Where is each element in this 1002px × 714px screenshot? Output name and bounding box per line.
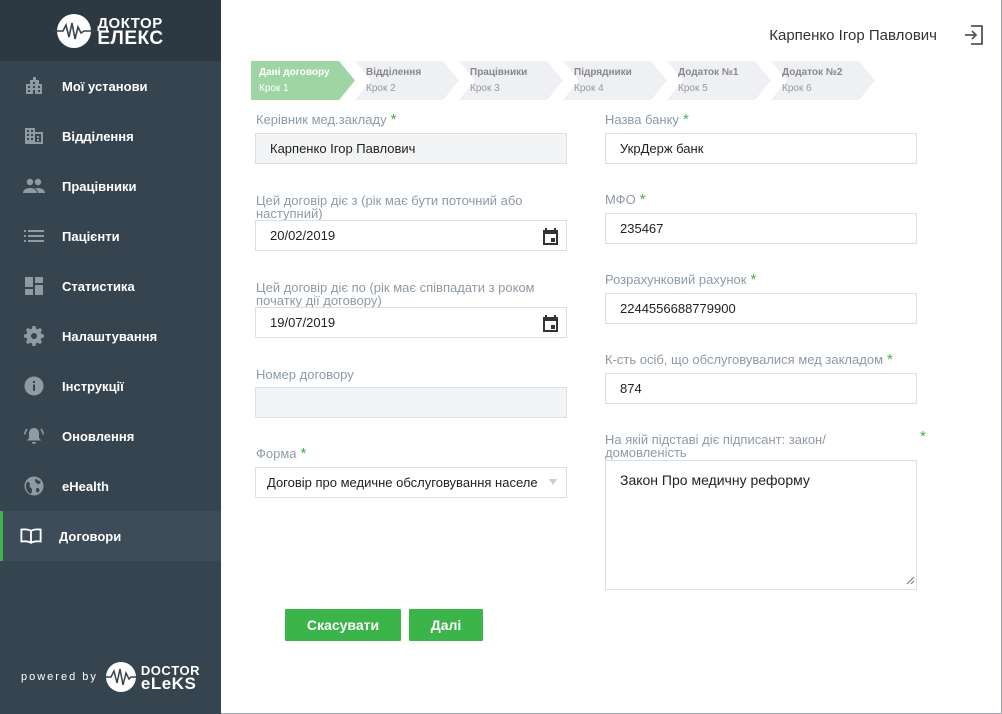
step-subtitle: Крок 2: [366, 83, 396, 94]
calendar-icon[interactable]: [542, 315, 559, 335]
book-icon: [20, 525, 42, 547]
logout-icon[interactable]: [963, 24, 985, 46]
step-title: Відділення: [366, 67, 422, 78]
sidebar-item-contracts[interactable]: Договори: [0, 511, 221, 561]
dropdown-arrow-icon: [549, 479, 557, 485]
date-from-label: Цей договір діє з (рік має бути поточний…: [256, 193, 523, 221]
sidebar-item-label: Статистика: [62, 278, 135, 294]
info-icon: [23, 375, 45, 397]
account-label: Розрахунковий рахунок *: [605, 271, 757, 288]
next-button[interactable]: Далі: [409, 609, 483, 641]
basis-label: На якій підставі діє підписант: закон/до…: [605, 432, 826, 460]
form-type-select[interactable]: Договір про медичне обслуговування насел…: [255, 467, 567, 498]
form-type-label: Форма *: [256, 445, 307, 462]
step-subtitle: Крок 4: [574, 83, 604, 94]
sidebar-item-label: Працівники: [62, 178, 137, 194]
contract-number-field[interactable]: [255, 387, 567, 418]
sidebar-item-updates[interactable]: Оновлення: [0, 411, 221, 461]
sidebar-item-label: eHealth: [62, 478, 109, 494]
powered-by-text: powered by: [21, 671, 98, 683]
step-2[interactable]: Відділення Крок 2: [355, 61, 459, 100]
required-mark: *: [750, 271, 757, 288]
step-title: Працівники: [470, 67, 528, 78]
sidebar-item-label: Оновлення: [62, 428, 135, 444]
mfo-label: МФО *: [605, 191, 646, 208]
sidebar-item-instructions[interactable]: Інструкції: [0, 361, 221, 411]
account-field[interactable]: 2244556688779900: [605, 293, 917, 324]
sidebar-item-label: Пацієнти: [62, 228, 120, 244]
sidebar-item-ehealth[interactable]: eHealth: [0, 461, 221, 511]
head-label: Керівник мед.закладу *: [256, 111, 397, 128]
powered-by-footer: powered by DOCTOR eLeKS: [0, 662, 221, 692]
basis-textarea[interactable]: Закон Про медичну реформу: [605, 460, 917, 590]
step-subtitle: Крок 3: [470, 83, 500, 94]
user-name[interactable]: Карпенко Ігор Павлович: [769, 27, 937, 44]
date-from-field[interactable]: 20/02/2019: [255, 220, 567, 251]
doctor-eleks-logo: ДОКТОР ЕЛЕКС: [53, 13, 164, 49]
step-subtitle: Крок 5: [678, 83, 708, 94]
persons-label: К-сть осіб, що обслуговувалися мед закла…: [605, 351, 893, 368]
sidebar-item-label: Договори: [59, 528, 122, 544]
step-6[interactable]: Додаток №2 Крок 6: [771, 61, 875, 100]
required-mark: *: [682, 111, 689, 128]
required-mark: *: [390, 111, 397, 128]
sidebar-item-my-institutions[interactable]: Мої установи: [0, 61, 221, 111]
step-1[interactable]: Дані договору Крок 1: [251, 61, 355, 100]
step-subtitle: Крок 1: [259, 83, 289, 94]
mfo-field[interactable]: 235467: [605, 213, 917, 244]
number-label: Номер договору: [256, 367, 354, 382]
people-icon: [23, 175, 45, 197]
building-icon: [23, 75, 45, 97]
resize-grip-icon[interactable]: [906, 572, 915, 588]
globe-icon: [23, 475, 45, 497]
calendar-icon[interactable]: [542, 228, 559, 248]
logo-area[interactable]: ДОКТОР ЕЛЕКС: [0, 0, 221, 61]
step-title: Дані договору: [259, 67, 330, 78]
sidebar-item-statistics[interactable]: Статистика: [0, 261, 221, 311]
sidebar-item-settings[interactable]: Налаштування: [0, 311, 221, 361]
office-icon: [23, 125, 45, 147]
list-icon: [23, 225, 45, 247]
sidebar-item-label: Налаштування: [62, 328, 158, 344]
required-mark: *: [920, 428, 926, 445]
required-mark: *: [887, 351, 893, 368]
step-4[interactable]: Підрядники Крок 4: [563, 61, 667, 100]
sidebar-item-label: Мої установи: [62, 78, 148, 94]
sidebar: ДОКТОР ЕЛЕКС Мої установи Відділення Пра…: [0, 0, 221, 714]
required-mark: *: [300, 445, 307, 462]
bank-name-field[interactable]: УкрДерж банк: [605, 133, 917, 164]
top-header: Карпенко Ігор Павлович: [221, 0, 1001, 61]
required-mark: *: [639, 191, 646, 208]
step-title: Додаток №1: [678, 67, 739, 78]
cancel-button[interactable]: Скасувати: [285, 609, 401, 641]
date-to-label: Цей договір діє по (рік має співпадати з…: [256, 280, 535, 308]
gear-icon: [23, 325, 45, 347]
bell-icon: [23, 425, 45, 447]
logo-pulse-icon: [53, 13, 98, 48]
persons-count-field[interactable]: 874: [605, 373, 917, 404]
sidebar-item-departments[interactable]: Відділення: [0, 111, 221, 161]
sidebar-item-workers[interactable]: Працівники: [0, 161, 221, 211]
date-to-field[interactable]: 19/07/2019: [255, 307, 567, 338]
head-field[interactable]: Карпенко Ігор Павлович: [255, 133, 567, 164]
step-5[interactable]: Додаток №1 Крок 5: [667, 61, 771, 100]
step-title: Підрядники: [574, 67, 632, 78]
sidebar-item-label: Інструкції: [62, 378, 124, 394]
sidebar-nav: Мої установи Відділення Працівники Паціє…: [0, 61, 221, 561]
step-subtitle: Крок 6: [782, 83, 812, 94]
dashboard-icon: [23, 275, 45, 297]
bank-label: Назва банку *: [605, 111, 689, 128]
logo-line2: ЕЛЕКС: [97, 27, 164, 49]
step-3[interactable]: Працівники Крок 3: [459, 61, 563, 100]
step-title: Додаток №2: [782, 67, 843, 78]
footer-logo-line2: eLeKS: [140, 674, 197, 693]
footer-pulse-icon: [101, 662, 142, 692]
sidebar-item-label: Відділення: [62, 128, 134, 144]
sidebar-item-patients[interactable]: Пацієнти: [0, 211, 221, 261]
